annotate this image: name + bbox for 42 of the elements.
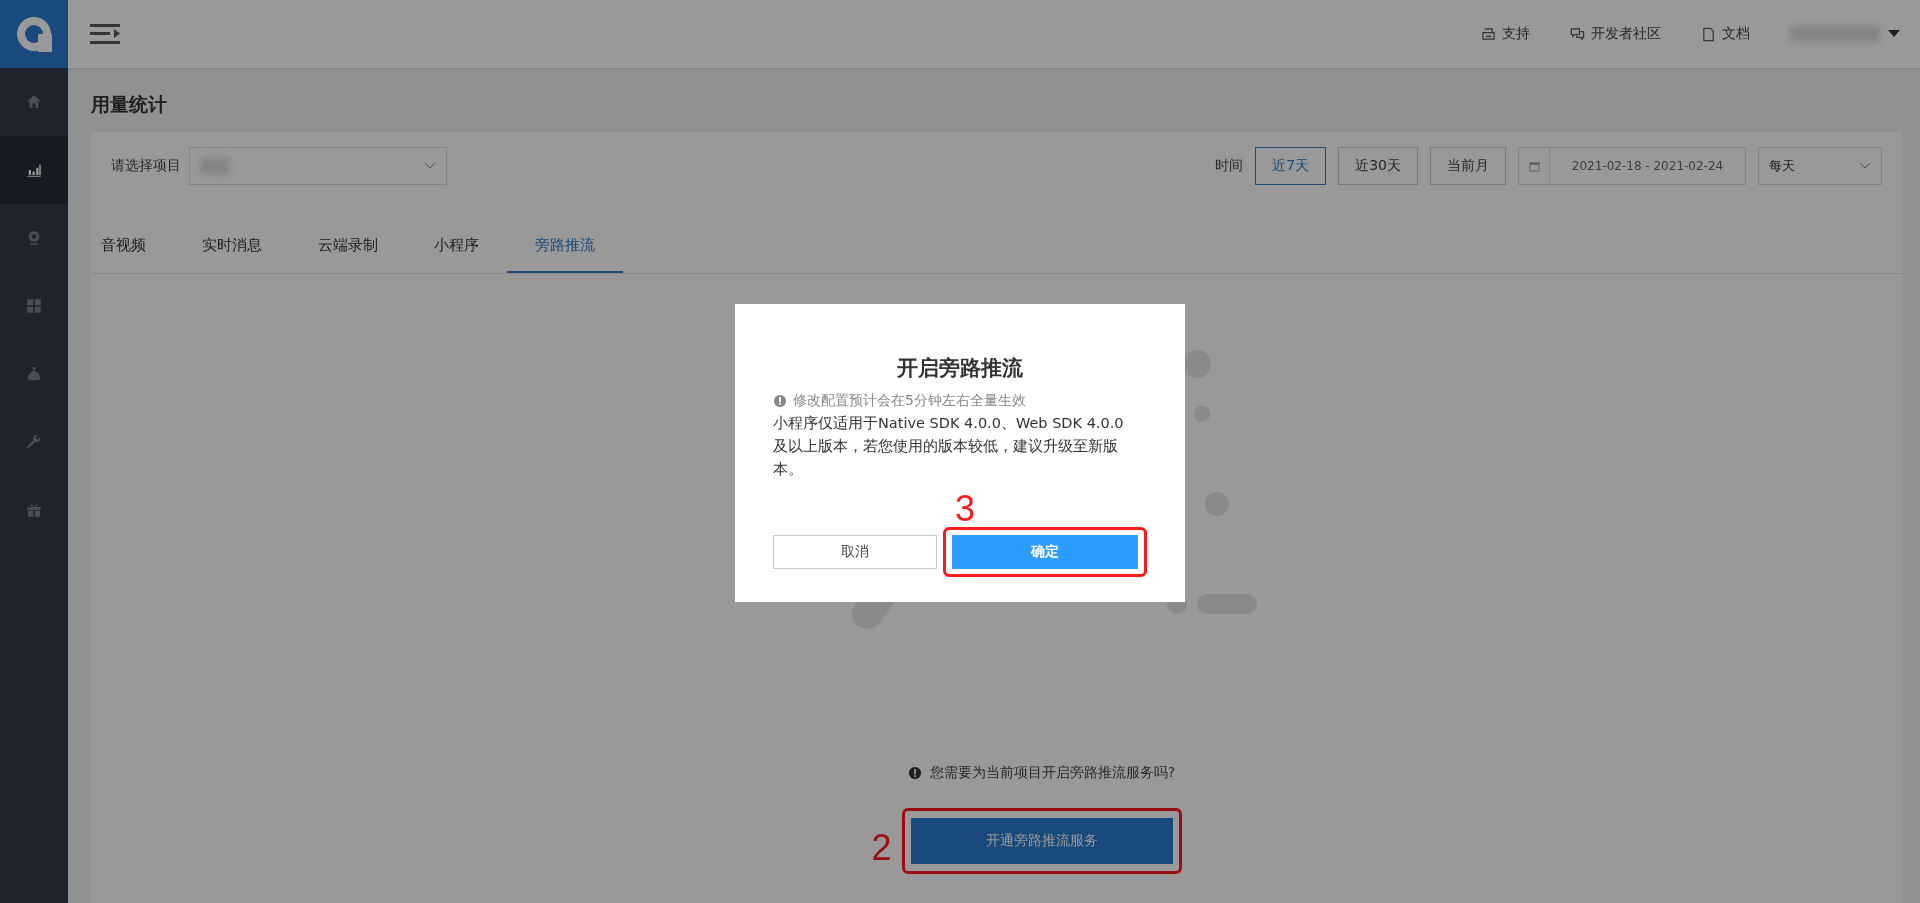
header-link[interactable]: 开发者社区: [1591, 25, 1661, 43]
tab[interactable]: 音视频: [101, 222, 174, 273]
header-link[interactable]: 文档: [1722, 25, 1750, 43]
page-title: 用量统计: [91, 92, 168, 117]
header-link[interactable]: 支持: [1502, 25, 1530, 43]
document-icon: [1701, 26, 1716, 42]
caret-icon: [1888, 30, 1900, 38]
granularity-select[interactable]: 每天: [1758, 147, 1882, 185]
project-select[interactable]: [189, 147, 447, 185]
grid-icon: [25, 297, 43, 315]
tab[interactable]: 实时消息: [202, 222, 290, 273]
warning-icon: [773, 394, 787, 408]
date-range-field[interactable]: 2021-02-18 - 2021-02-24: [1518, 147, 1746, 185]
warning-text: 修改配置预计会在5分钟左右全量生效: [793, 392, 1026, 410]
printer-icon: [1481, 26, 1496, 42]
home-icon: [25, 93, 43, 111]
field-label: 时间: [1215, 157, 1244, 175]
sidebar-item[interactable]: [0, 136, 68, 204]
tab[interactable]: 云端录制: [318, 222, 406, 273]
annotation-number: 3: [955, 491, 976, 527]
menu-icon[interactable]: [90, 22, 120, 46]
range-button[interactable]: 近7天: [1255, 147, 1327, 185]
range-button[interactable]: 当前月: [1430, 147, 1506, 185]
moneybag-icon: [25, 365, 43, 383]
warning-icon: [907, 766, 922, 780]
open-service-button[interactable]: 开通旁路推流服务: [910, 818, 1173, 864]
tab[interactable]: 旁路推流: [507, 222, 623, 273]
chevron-icon: [1859, 162, 1871, 170]
notice-text: 您需要为当前项目开启旁路推流服务吗?: [929, 764, 1176, 782]
confirm-button[interactable]: 确定: [952, 535, 1138, 569]
user-menu[interactable]: [1790, 26, 1900, 42]
annotation-number: 2: [871, 830, 892, 866]
field-label: 请选择项目: [111, 157, 181, 175]
dialog-message: 小程序仅适用于Native SDK 4.0.0、Web SDK 4.0.0及以上版本，若您使用的版本较低，建议升级至新版本。: [773, 414, 1125, 479]
chevron-icon: [424, 162, 436, 170]
chat-icon: [1570, 26, 1585, 42]
calendar-icon: [1528, 160, 1540, 172]
cancel-button[interactable]: 取消: [773, 535, 937, 569]
dialog-title: 开启旁路推流: [896, 355, 1024, 382]
range-button[interactable]: 近30天: [1338, 147, 1418, 185]
wrench-icon: [25, 433, 43, 451]
tab[interactable]: 小程序: [434, 222, 507, 273]
